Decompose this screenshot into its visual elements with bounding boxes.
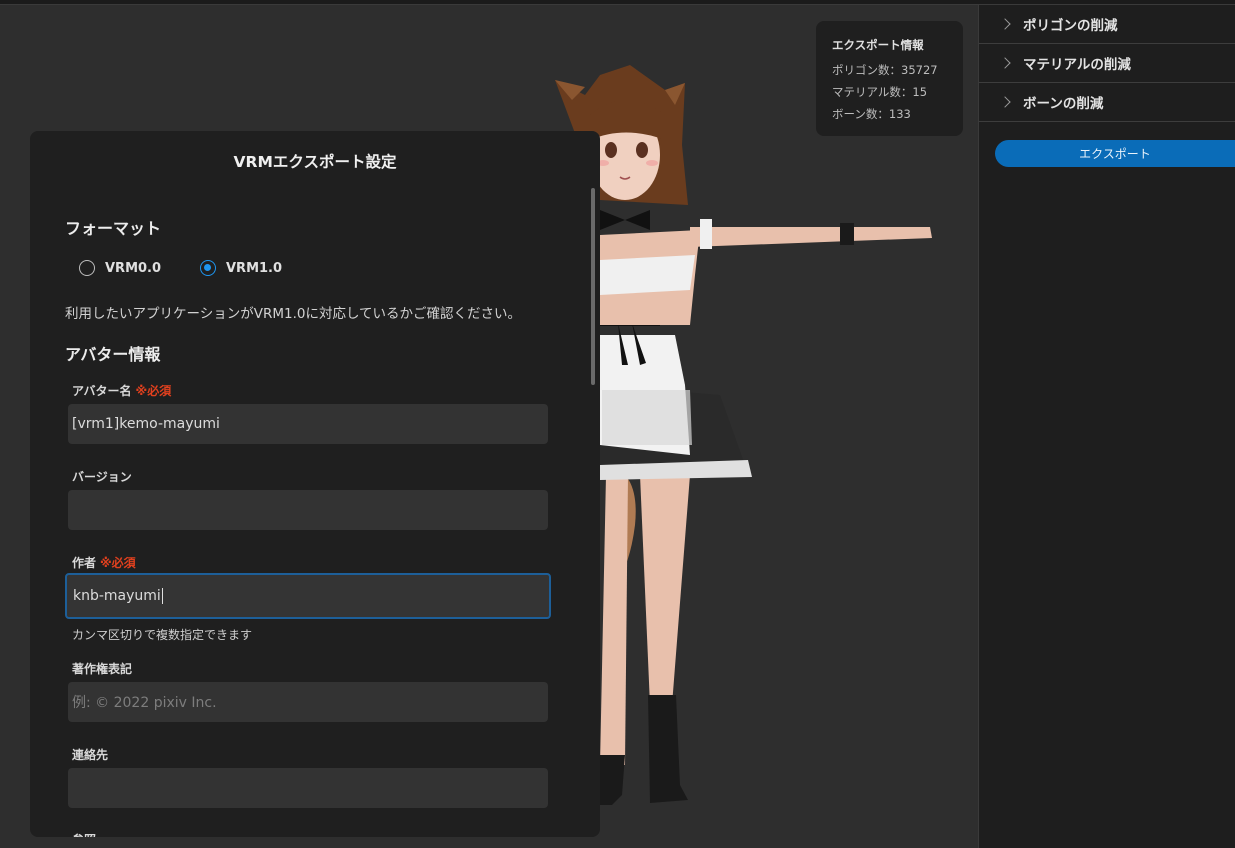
radio-checked-icon: [200, 260, 216, 276]
polygon-count: ポリゴン数：35727: [832, 63, 938, 77]
accordion-material-reduction[interactable]: マテリアルの削減: [979, 44, 1235, 83]
export-button[interactable]: エクスポート: [995, 140, 1235, 167]
contact-input[interactable]: [68, 768, 548, 808]
author-input[interactable]: knb-mayumi: [65, 573, 551, 619]
chevron-right-icon: [999, 95, 1011, 108]
author-label: 作者 ※必須: [72, 556, 136, 570]
author-hint: カンマ区切りで複数指定できます: [72, 628, 253, 642]
radio-vrm00[interactable]: VRM0.0: [79, 260, 161, 276]
chevron-right-icon: [999, 17, 1011, 30]
radio-label: VRM1.0: [226, 260, 283, 276]
accordion-label: マテリアルの削減: [1023, 57, 1131, 73]
avatar-info-heading: アバター情報: [65, 345, 161, 364]
right-panel: ポリゴンの削減 マテリアルの削減 ボーンの削減 エクスポート: [978, 5, 1235, 848]
radio-vrm10[interactable]: VRM1.0: [200, 260, 282, 276]
chevron-right-icon: [999, 56, 1011, 69]
export-info-title: エクスポート情報: [832, 38, 924, 52]
accordion-bone-reduction[interactable]: ボーンの削減: [979, 83, 1235, 122]
contact-label: 連絡先: [72, 748, 109, 762]
accordion-label: ポリゴンの削減: [1023, 18, 1118, 34]
version-input[interactable]: [68, 490, 548, 530]
required-mark: ※必須: [100, 556, 136, 570]
avatar-name-input[interactable]: [vrm1]kemo-mayumi: [68, 404, 548, 444]
version-label: バージョン: [72, 470, 132, 484]
accordion-polygon-reduction[interactable]: ポリゴンの削減: [979, 5, 1235, 44]
copyright-input[interactable]: 例: © 2022 pixiv Inc.: [68, 682, 548, 722]
copyright-label: 著作権表記: [72, 662, 133, 676]
text-caret: [161, 588, 163, 604]
radio-label: VRM0.0: [105, 260, 162, 276]
dialog-content: フォーマット VRM0.0 VRM1.0 利用したいアプリケーションがVRM1.…: [30, 131, 600, 837]
format-heading: フォーマット: [65, 219, 162, 238]
avatar-name-label: アバター名 ※必須: [72, 384, 172, 398]
export-info-card: エクスポート情報 ポリゴン数：35727 マテリアル数：15 ボーン数：133: [816, 21, 963, 136]
radio-unchecked-icon: [79, 260, 95, 276]
vrm-export-dialog: VRMエクスポート設定 フォーマット VRM0.0 VRM1.0 利用したいアプ…: [30, 131, 600, 837]
bone-count: ボーン数：133: [832, 107, 911, 121]
format-note: 利用したいアプリケーションがVRM1.0に対応しているかご確認ください。: [65, 306, 522, 322]
material-count: マテリアル数：15: [832, 85, 928, 99]
reference-label: 参照: [72, 831, 96, 837]
required-mark: ※必須: [135, 384, 172, 398]
accordion-label: ボーンの削減: [1023, 96, 1104, 112]
